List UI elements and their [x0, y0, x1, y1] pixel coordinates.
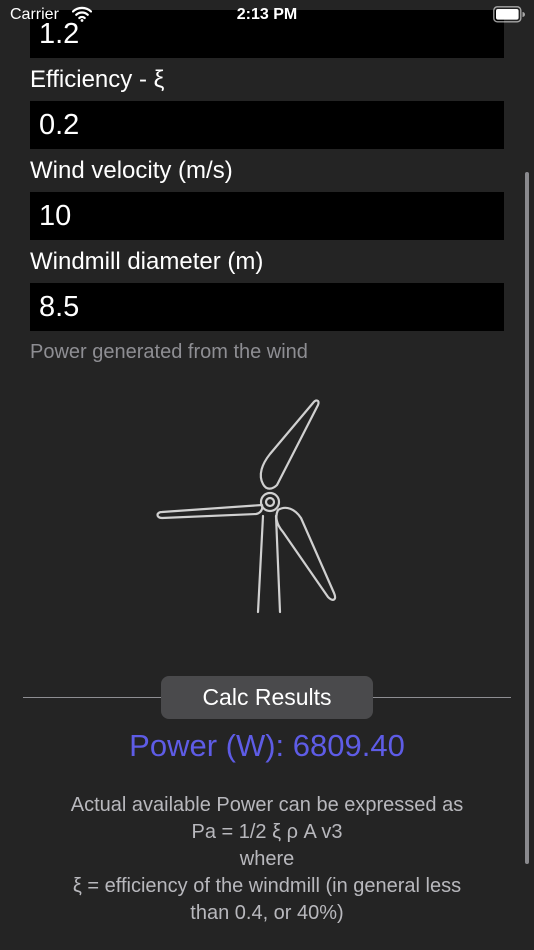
status-bar: Carrier 2:13 PM [0, 0, 534, 30]
explanation-line: Pa = 1/2 ξ ρ A v3 [191, 821, 343, 843]
calc-results-button[interactable]: Calc Results [161, 676, 373, 719]
wind-velocity-field[interactable]: 10 [30, 192, 504, 240]
status-time: 2:13 PM [236, 6, 298, 23]
windmill-diameter-label: Windmill diameter (m) [30, 248, 264, 275]
vertical-scrollbar[interactable] [525, 172, 529, 864]
efficiency-value: 0.2 [39, 109, 80, 141]
explanation-line: than 0.4, or 40%) [190, 902, 344, 924]
efficiency-label: Efficiency - ξ [30, 66, 165, 93]
divider-right [373, 697, 511, 698]
wind-turbine-icon [156, 399, 337, 614]
wind-velocity-value: 10 [39, 200, 72, 232]
explanation-text: Actual available Power can be expressed … [20, 792, 514, 927]
divider-left [23, 697, 161, 698]
wind-velocity-label: Wind velocity (m/s) [30, 157, 233, 184]
battery-icon [493, 6, 525, 23]
power-result: Power (W): 6809.40 [129, 728, 405, 763]
explanation-line: Actual available Power can be expressed … [70, 794, 464, 816]
windmill-diameter-value: 8.5 [39, 291, 80, 323]
app-screen: Carrier 2:13 PM 1.2 Efficiency - ξ 0.2 W… [0, 0, 534, 950]
explanation-line: where [239, 848, 295, 870]
efficiency-field[interactable]: 0.2 [30, 101, 504, 149]
windmill-diameter-field[interactable]: 8.5 [30, 283, 504, 331]
explanation-line: ξ = efficiency of the windmill (in gener… [72, 875, 462, 897]
section-caption: Power generated from the wind [30, 341, 308, 363]
